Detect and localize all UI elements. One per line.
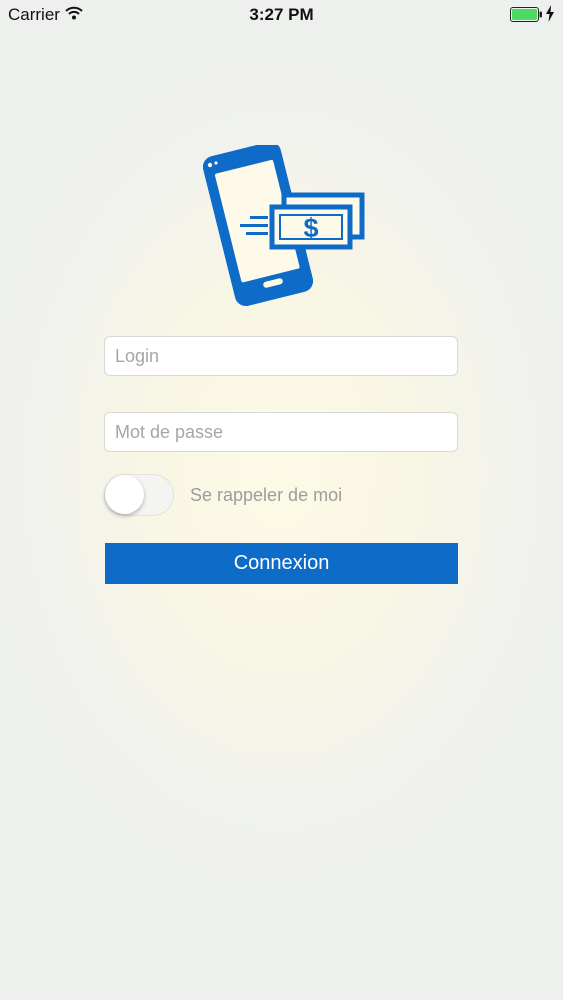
remember-me-label: Se rappeler de moi <box>190 485 343 505</box>
toggle-knob <box>105 475 144 514</box>
remember-me-toggle[interactable] <box>104 474 174 516</box>
battery-icon <box>510 7 542 22</box>
status-bar: Carrier 3:27 PM <box>0 0 563 30</box>
phone-money-transfer-icon: $ <box>202 145 365 307</box>
password-input[interactable] <box>104 412 458 452</box>
charging-bolt-icon <box>546 5 554 22</box>
login-button[interactable]: Connexion <box>105 543 458 584</box>
svg-text:$: $ <box>303 213 318 243</box>
login-input[interactable] <box>104 336 458 376</box>
clock: 3:27 PM <box>249 5 314 24</box>
